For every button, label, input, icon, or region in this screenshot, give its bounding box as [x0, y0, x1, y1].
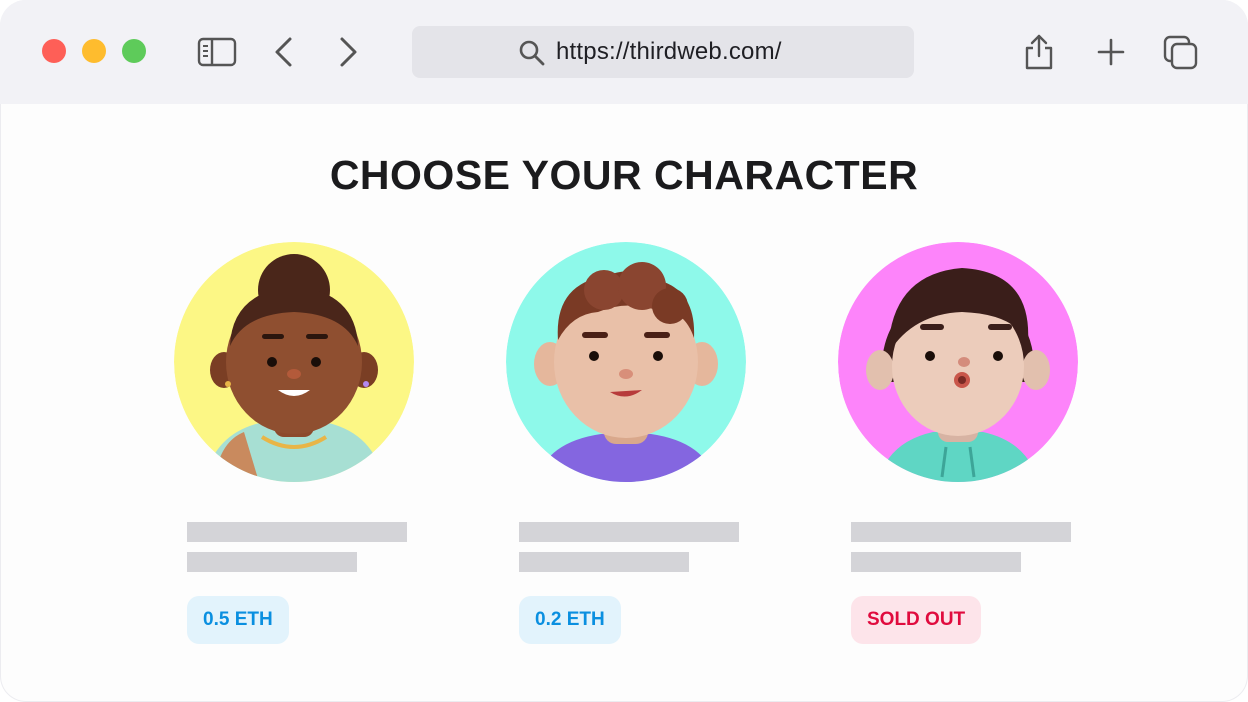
address-bar[interactable]: https://thirdweb.com/: [412, 26, 914, 78]
browser-toolbar: https://thirdweb.com/: [0, 0, 1248, 104]
placeholder-text-line: [519, 522, 739, 542]
url-text: https://thirdweb.com/: [556, 38, 782, 65]
character-avatar[interactable]: [174, 242, 414, 482]
browser-window: https://thirdweb.com/ CHOOSE YOUR CHARAC…: [0, 0, 1248, 702]
page-title: CHOOSE YOUR CHARACTER: [329, 152, 919, 198]
share-icon[interactable]: [1022, 32, 1056, 72]
minimize-button[interactable]: [82, 39, 106, 63]
forward-icon[interactable]: [336, 36, 360, 68]
character-card[interactable]: SOLD OUT: [838, 242, 1078, 662]
placeholder-text-line: [187, 522, 407, 542]
tabs-overview-icon[interactable]: [1162, 34, 1200, 72]
price-badge: 0.2 ETH: [519, 596, 621, 644]
character-avatar[interactable]: [506, 242, 746, 482]
character-card[interactable]: 0.2 ETH: [506, 242, 746, 662]
placeholder-text-line: [851, 522, 1071, 542]
placeholder-text-line: [519, 552, 689, 572]
new-tab-icon[interactable]: [1096, 37, 1126, 67]
zoom-button[interactable]: [122, 39, 146, 63]
sold-out-badge: SOLD OUT: [851, 596, 982, 644]
search-icon: [519, 40, 545, 66]
character-avatar[interactable]: [838, 242, 1078, 482]
back-icon[interactable]: [272, 36, 296, 68]
sidebar-icon[interactable]: [197, 36, 237, 68]
close-button[interactable]: [42, 39, 66, 63]
placeholder-text-line: [851, 552, 1021, 572]
character-card[interactable]: 0.5 ETH: [174, 242, 414, 662]
price-badge: 0.5 ETH: [187, 596, 289, 644]
placeholder-text-line: [187, 552, 357, 572]
